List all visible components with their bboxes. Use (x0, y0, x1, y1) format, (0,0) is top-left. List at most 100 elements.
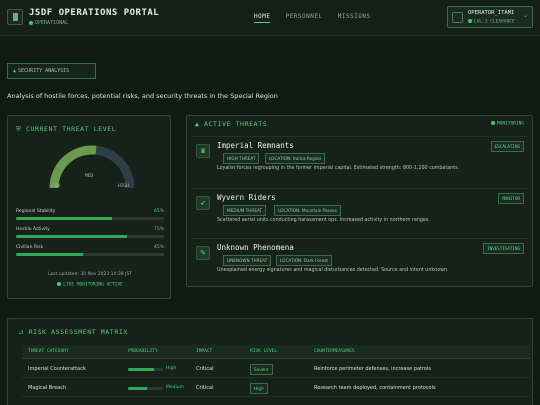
col-probability: PROBABILITY (128, 349, 158, 354)
cell-countermeasures: Research team deployed, containment prot… (314, 385, 436, 391)
nav-home[interactable]: HOME (254, 13, 271, 23)
metric-value: 75% (153, 227, 164, 232)
cell-impact: Critical (196, 366, 214, 372)
probability-bar (128, 387, 163, 390)
threat-level-panel: ⛨ CURRENT THREAT LEVEL LOW MED HIGH Regi… (7, 115, 171, 299)
cell-countermeasures: Reinforce perimeter defenses, increase p… (314, 366, 431, 372)
live-dot-icon (57, 282, 62, 286)
page-subtitle: Analysis of hostile forces, potential ri… (7, 92, 278, 100)
user-clearance-label: LVL-3 CLEARANCE (474, 19, 515, 25)
active-threats-title: ▲ ACTIVE THREATS (195, 120, 267, 128)
metric-bar (16, 253, 164, 256)
metric-hostile-activity: Hostile Activity 75% (16, 227, 164, 238)
threat-level-tag: HIGH THREAT (223, 153, 260, 164)
active-threats-title-text: ACTIVE THREATS (204, 120, 268, 128)
section-tag: ▲ SECURITY ANALYSIS (7, 63, 96, 79)
monitoring-indicator: MONITORING (490, 121, 524, 127)
col-impact: IMPACT (196, 349, 213, 354)
threat-level-title-text: CURRENT THREAT LEVEL (26, 125, 117, 133)
threat-item[interactable]: ✎ Unknown Phenomena UNKNOWN THREAT LOCAT… (192, 238, 528, 285)
last-updated: Last updated: 30 Nov 2023 14:38 JST (47, 272, 133, 277)
threat-location-tag: LOCATION: Dark Forest (276, 255, 333, 266)
cell-impact: Critical (196, 385, 214, 391)
warning-triangle-icon: ▲ (13, 68, 17, 74)
metric-label: Regional Stability (16, 209, 56, 214)
gauge-fill (49, 145, 97, 189)
risk-level-badge: High (250, 383, 268, 394)
threat-level-title: ⛨ CURRENT THREAT LEVEL (16, 125, 116, 134)
warning-triangle-icon: ▲ (195, 120, 200, 128)
cell-probability: Medium (166, 385, 184, 390)
threat-level-tag: UNKNOWN THREAT (223, 255, 272, 266)
active-threats-panel: ▲ ACTIVE THREATS MONITORING ♛ Imperial R… (186, 115, 533, 287)
risk-matrix-panel: ⊿ RISK ASSESSMENT MATRIX THREAT CATEGORY… (7, 318, 533, 405)
col-risk-level: RISK LEVEL (250, 349, 278, 354)
threat-status-badge: ESCALATING (490, 141, 524, 152)
user-avatar-icon (452, 12, 463, 23)
portal-title: JSDF OPERATIONS PORTAL (29, 8, 160, 18)
metric-label: Civilian Risk (16, 245, 44, 250)
user-menu[interactable]: OPERATOR_ITAMI LVL-3 CLEARANCE ⌄ (447, 6, 533, 28)
metric-value: 45% (153, 245, 164, 250)
threat-level-tag: MEDIUM THREAT (223, 205, 267, 216)
main-nav: HOME PERSONNEL MISSIONS (254, 13, 382, 23)
threat-description: Unexplained energy signatures and magica… (217, 268, 449, 273)
user-clearance: LVL-3 CLEARANCE (468, 19, 515, 25)
metric-bar-fill (16, 235, 127, 238)
gauge-low-label: LOW (52, 184, 61, 189)
system-status: OPERATIONAL (29, 20, 68, 26)
live-monitoring-label: LIVE MONITORING ACTIVE (63, 282, 123, 288)
table-row[interactable]: Magical Breach Medium Critical High Rese… (22, 379, 530, 397)
col-countermeasures: COUNTERMEASURES (314, 349, 355, 354)
metric-bar (16, 235, 164, 238)
probability-bar-fill (128, 368, 155, 371)
metric-bar-fill (16, 253, 83, 256)
chevron-down-icon: ⌄ (522, 12, 528, 19)
live-monitoring: LIVE MONITORING ACTIVE (8, 282, 172, 288)
threat-name: Imperial Remnants (217, 141, 294, 150)
metric-regional-stability: Regional Stability 65% (16, 209, 164, 220)
crown-icon: ♛ (196, 144, 210, 158)
metric-civilian-risk: Civilian Risk 45% (16, 245, 164, 256)
threat-location-tag: LOCATION: Mountain Passes (274, 205, 341, 216)
user-name: OPERATOR_ITAMI (468, 10, 515, 16)
threat-name: Unknown Phenomena (217, 243, 294, 252)
gauge-mid-label: MED (85, 174, 94, 179)
probability-bar-fill (128, 387, 148, 390)
table-row[interactable]: Imperial Counterattack High Critical Sev… (22, 360, 530, 378)
threat-description: Loyalist forces regrouping in the former… (217, 166, 460, 171)
monitoring-label: MONITORING (496, 121, 524, 127)
status-dot-icon (29, 20, 33, 25)
col-threat-category: THREAT CATEGORY (28, 349, 69, 354)
threat-status-badge: MONITOR (498, 193, 524, 204)
threat-status-badge: INVESTIGATING (483, 243, 524, 254)
threat-description: Scattered aerial units conducting harass… (217, 218, 430, 223)
risk-level-badge: Severe (250, 364, 273, 375)
nav-missions[interactable]: MISSIONS (338, 13, 371, 20)
metric-value: 65% (153, 209, 164, 214)
metric-label: Hostile Activity (16, 227, 50, 232)
nav-personnel[interactable]: PERSONNEL (286, 13, 323, 20)
threat-item[interactable]: ➶ Wyvern Riders MEDIUM THREAT LOCATION: … (192, 188, 528, 235)
metric-bar (16, 217, 164, 220)
risk-matrix-title-text: RISK ASSESSMENT MATRIX (28, 328, 128, 336)
dragon-icon: ➶ (196, 196, 210, 210)
probability-bar (128, 368, 163, 371)
monitoring-dot-icon (490, 121, 495, 125)
section-tag-label: SECURITY ANALYSIS (18, 68, 70, 74)
table-header: THREAT CATEGORY PROBABILITY IMPACT RISK … (22, 345, 530, 359)
risk-matrix-title: ⊿ RISK ASSESSMENT MATRIX (18, 328, 128, 336)
threat-item[interactable]: ♛ Imperial Remnants HIGH THREAT LOCATION… (192, 136, 528, 183)
shield-icon: ⛨ (16, 125, 22, 133)
chart-icon: ⊿ (18, 328, 25, 336)
cell-category: Magical Breach (28, 385, 67, 391)
cell-category: Imperial Counterattack (28, 366, 86, 372)
system-status-label: OPERATIONAL (35, 20, 69, 26)
top-header: JSDF OPERATIONS PORTAL OPERATIONAL HOME … (0, 0, 540, 36)
wand-icon: ✎ (196, 246, 210, 260)
portal-logo-icon[interactable] (7, 9, 23, 25)
gauge-high-label: HIGH (118, 184, 129, 189)
threat-name: Wyvern Riders (217, 193, 276, 202)
threat-location-tag: LOCATION: Italica Region (265, 153, 326, 164)
clearance-dot-icon (468, 19, 472, 23)
